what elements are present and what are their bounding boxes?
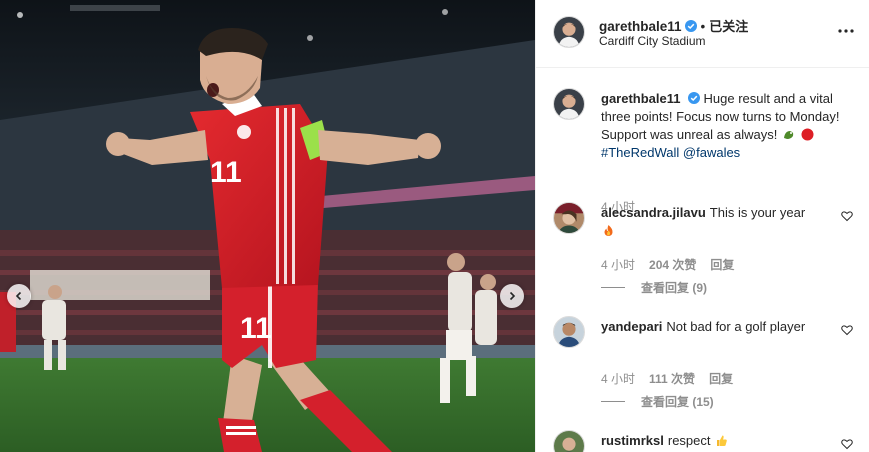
follow-separator: • <box>700 19 706 34</box>
mention-link[interactable]: @fawales <box>683 145 740 160</box>
caption-username[interactable]: garethbale11 <box>601 91 681 106</box>
following-button[interactable]: 已关注 <box>709 19 748 34</box>
caption-text: garethbale11 Huge result and a vital thre… <box>601 90 855 162</box>
replies-divider <box>601 401 625 402</box>
view-replies-label: 查看回复 (9) <box>641 281 708 295</box>
avatar-image <box>554 89 584 119</box>
comment-username[interactable]: yandepari <box>601 319 662 334</box>
comment-text: rustimrksl respect <box>601 432 829 450</box>
comment-body: Not bad for a golf player <box>666 319 806 334</box>
avatar-image <box>554 317 584 347</box>
previous-photo-button[interactable] <box>7 284 31 308</box>
commenter-avatar[interactable] <box>553 202 585 234</box>
next-photo-button[interactable] <box>500 284 524 308</box>
comment-meta: 4 小时 204 次赞 回复 <box>601 256 748 273</box>
shorts-number: 11 <box>240 312 272 345</box>
post-side-panel: garethbale11 • 已关注 Cardiff City Stadium ga… <box>535 0 869 452</box>
thumbs-up-emoji-icon <box>717 435 727 446</box>
like-heart-icon[interactable] <box>841 438 853 450</box>
commenter-avatar[interactable] <box>553 316 585 348</box>
reply-button[interactable]: 回复 <box>709 372 733 386</box>
comment-likes[interactable]: 111 次赞 <box>649 372 695 386</box>
author-line: garethbale11 • 已关注 <box>599 16 748 35</box>
like-heart-icon[interactable] <box>841 324 853 336</box>
shirt-number: 11 <box>210 156 242 189</box>
post-location[interactable]: Cardiff City Stadium <box>599 34 705 48</box>
comment-body: This is your year <box>709 205 806 220</box>
dragon-emoji-icon <box>783 131 794 139</box>
view-replies-button[interactable]: 查看回复 (15) <box>601 393 714 410</box>
hashtag-link[interactable]: #TheRedWall <box>601 145 679 160</box>
post-photo: 11 11 <box>0 0 535 452</box>
comment-username[interactable]: alecsandra.jilavu <box>601 205 706 220</box>
replies-divider <box>601 287 625 288</box>
view-replies-label: 查看回复 (15) <box>641 395 714 409</box>
comment-likes[interactable]: 204 次赞 <box>649 258 696 272</box>
comment-text: yandepari Not bad for a golf player <box>601 318 829 336</box>
post-header: garethbale11 • 已关注 Cardiff City Stadium <box>536 0 869 68</box>
comments-list[interactable]: garethbale11 Huge result and a vital thre… <box>536 68 869 452</box>
view-replies-button[interactable]: 查看回复 (9) <box>601 279 707 296</box>
more-options-icon[interactable] <box>837 22 855 40</box>
chevron-right-icon <box>509 291 516 301</box>
comment-text: alecsandra.jilavu This is your year <box>601 204 829 240</box>
reply-button[interactable]: 回复 <box>710 258 734 272</box>
avatar-image <box>554 203 584 233</box>
verified-badge-icon <box>687 92 700 104</box>
stadium-photo: 11 11 <box>0 0 535 452</box>
author-username[interactable]: garethbale11 <box>599 19 682 34</box>
avatar-image <box>554 431 584 452</box>
fire-emoji-icon <box>604 225 613 236</box>
verified-badge-icon <box>684 20 697 32</box>
commenter-avatar[interactable] <box>553 430 585 452</box>
red-circle-emoji-icon <box>801 128 814 141</box>
chevron-left-icon <box>15 291 22 301</box>
comment-body: respect <box>667 433 711 448</box>
caption-author-avatar[interactable] <box>553 88 585 120</box>
comment-time[interactable]: 4 小时 <box>601 258 635 272</box>
comment-meta: 4 小时 111 次赞 回复 <box>601 370 747 387</box>
author-avatar[interactable] <box>553 16 585 48</box>
comment-time[interactable]: 4 小时 <box>601 372 635 386</box>
comment-username[interactable]: rustimrksl <box>601 433 664 448</box>
avatar-image <box>554 17 584 47</box>
like-heart-icon[interactable] <box>841 210 853 222</box>
